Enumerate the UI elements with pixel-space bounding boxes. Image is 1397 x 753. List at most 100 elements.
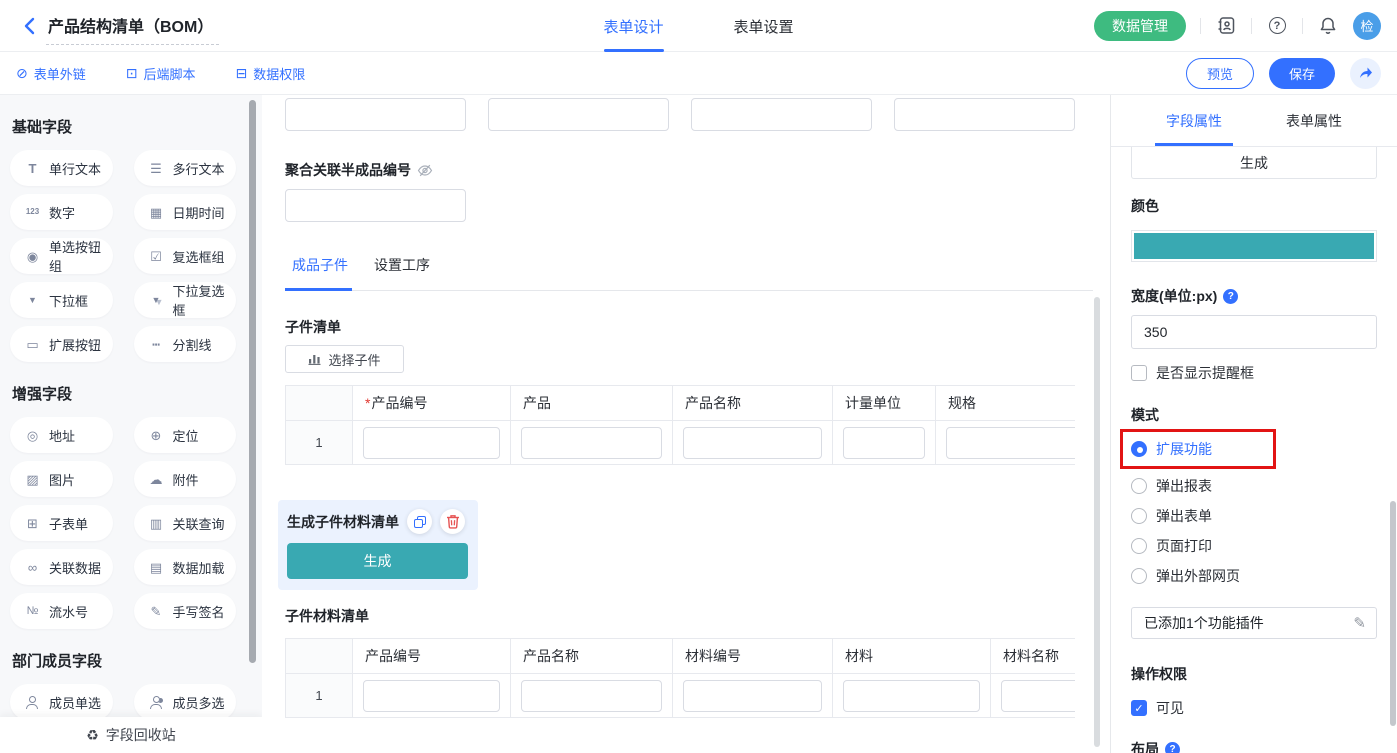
delete-field-button[interactable] — [440, 509, 465, 534]
mode-option-page-print[interactable]: 页面打印 — [1131, 531, 1377, 561]
field-item-number[interactable]: 数字 — [10, 194, 113, 230]
generate-button[interactable]: 生成 — [287, 543, 468, 579]
radio-icon[interactable] — [1131, 538, 1147, 554]
cell-input[interactable] — [843, 427, 925, 459]
cell-input[interactable] — [521, 427, 662, 459]
color-swatch[interactable] — [1131, 230, 1377, 262]
cell-input[interactable] — [843, 680, 980, 712]
field-item-image[interactable]: 图片 — [10, 461, 113, 497]
cell-input[interactable] — [363, 680, 500, 712]
aggregate-field-input[interactable] — [285, 189, 466, 222]
field-item-location[interactable]: 定位 — [134, 417, 237, 453]
column-header: 材料 — [833, 639, 991, 674]
column-header: 产品名称 — [511, 639, 673, 674]
copy-field-button[interactable] — [407, 509, 432, 534]
mode-option-popup-form[interactable]: 弹出表单 — [1131, 501, 1377, 531]
visible-checkbox[interactable]: ✓ — [1131, 700, 1147, 716]
tab-form-properties[interactable]: 表单属性 — [1286, 95, 1342, 146]
column-header: 计量单位 — [833, 386, 936, 421]
field-item-radio-group[interactable]: 单选按钮组 — [10, 238, 113, 274]
selected-extend-button-field[interactable]: 生成子件材料清单 生成 — [278, 500, 478, 590]
subitem-list-title: 子件清单 — [285, 317, 1110, 337]
canvas-scrollbar[interactable] — [1094, 297, 1100, 747]
window-scrollbar[interactable] — [1390, 501, 1396, 726]
edit-plugin-icon[interactable]: ✎ — [1353, 614, 1366, 632]
form-external-link[interactable]: ⊘ 表单外链 — [16, 64, 86, 83]
material-table: 产品编号 产品名称 材料编号 材料 材料名称 1 — [285, 638, 1075, 718]
cell-input[interactable] — [683, 680, 822, 712]
layout-help-icon[interactable]: ? — [1165, 742, 1180, 753]
form-field-input[interactable] — [488, 98, 669, 131]
button-preview[interactable]: 生成 — [1131, 147, 1377, 179]
image-icon — [25, 473, 40, 486]
cell-input[interactable] — [946, 427, 1075, 459]
field-item-member-single[interactable]: 成员单选 — [10, 684, 113, 720]
reminder-checkbox-row[interactable]: 是否显示提醒框 — [1131, 363, 1377, 383]
form-field-input[interactable] — [894, 98, 1075, 131]
tab-form-settings[interactable]: 表单设置 — [734, 0, 794, 52]
field-item-single-line-text[interactable]: 单行文本 — [10, 150, 113, 186]
mode-option-popup-report[interactable]: 弹出报表 — [1131, 471, 1377, 501]
plugin-field[interactable]: 已添加1个功能插件 ✎ — [1131, 607, 1377, 639]
tab-finished-subitems[interactable]: 成品子件 — [292, 255, 348, 290]
cell-input[interactable] — [521, 680, 662, 712]
visible-checkbox-row[interactable]: ✓ 可见 — [1131, 698, 1377, 718]
contacts-book-icon[interactable] — [1215, 15, 1237, 37]
aggregate-field-label: 聚合关联半成品编号 — [285, 160, 411, 180]
field-item-linked-query[interactable]: 关联查询 — [134, 505, 237, 541]
field-item-multi-line-text[interactable]: 多行文本 — [134, 150, 237, 186]
preview-button[interactable]: 预览 — [1186, 58, 1254, 89]
cell-input[interactable] — [683, 427, 822, 459]
mode-option-popup-external-page[interactable]: 弹出外部网页 — [1131, 561, 1377, 591]
tab-form-design[interactable]: 表单设计 — [603, 0, 663, 52]
form-designer-app: 产品结构清单（BOM） 表单设计 表单设置 数据管理 ? 检 ⊘ 表单外链 — [0, 0, 1397, 753]
field-item-divider[interactable]: 分割线 — [134, 326, 237, 362]
field-item-data-load[interactable]: 数据加载 — [134, 549, 237, 585]
field-item-checkbox-group[interactable]: 复选框组 — [134, 238, 237, 274]
field-item-linked-data[interactable]: 关联数据 — [10, 549, 113, 585]
field-item-attachment[interactable]: 附件 — [134, 461, 237, 497]
select-subitem-button[interactable]: 选择子件 — [285, 345, 404, 373]
field-item-select[interactable]: 下拉框 — [10, 282, 113, 318]
single-line-text-icon — [25, 162, 40, 175]
reminder-checkbox[interactable] — [1131, 365, 1147, 381]
field-item-serial-number[interactable]: 流水号 — [10, 593, 113, 629]
tab-process-setup[interactable]: 设置工序 — [374, 255, 430, 290]
sidebar-scrollbar[interactable] — [249, 100, 256, 663]
layout-label: 布局 — [1131, 739, 1159, 753]
help-icon[interactable]: ? — [1266, 15, 1288, 37]
field-item-address[interactable]: 地址 — [10, 417, 113, 453]
field-item-subform[interactable]: 子表单 — [10, 505, 113, 541]
mode-option-extend-function[interactable]: 扩展功能 — [1131, 434, 1265, 464]
width-input[interactable]: 350 — [1131, 315, 1377, 349]
field-item-datetime[interactable]: 日期时间 — [134, 194, 237, 230]
field-recycle-bin[interactable]: ♻ 字段回收站 — [0, 717, 262, 753]
recycle-icon: ♻ — [86, 727, 99, 744]
width-help-icon[interactable]: ? — [1223, 289, 1238, 304]
cell-input[interactable] — [1001, 680, 1075, 712]
width-label: 宽度(单位:px) — [1131, 286, 1217, 306]
page-title[interactable]: 产品结构清单（BOM） — [46, 13, 219, 45]
radio-icon[interactable] — [1131, 568, 1147, 584]
radio-icon[interactable] — [1131, 478, 1147, 494]
field-item-member-multi[interactable]: 成员多选 — [134, 684, 237, 720]
user-avatar[interactable]: 检 — [1353, 12, 1381, 40]
backend-script-link[interactable]: ⊡ 后端脚本 — [126, 64, 196, 83]
notification-bell-icon[interactable] — [1317, 15, 1339, 37]
data-manage-button[interactable]: 数据管理 — [1094, 11, 1186, 41]
share-button[interactable] — [1350, 58, 1381, 89]
tab-field-properties[interactable]: 字段属性 — [1166, 95, 1222, 146]
field-item-extend-button[interactable]: 扩展按钮 — [10, 326, 113, 362]
cell-input[interactable] — [363, 427, 500, 459]
field-item-multi-select[interactable]: 下拉复选框 — [134, 282, 237, 318]
radio-group-icon — [25, 250, 40, 263]
form-field-input[interactable] — [691, 98, 872, 131]
save-button[interactable]: 保存 — [1269, 58, 1335, 89]
radio-icon[interactable] — [1131, 508, 1147, 524]
back-icon[interactable] — [16, 13, 42, 39]
form-field-input[interactable] — [285, 98, 466, 131]
data-permission-link[interactable]: ⊟ 数据权限 — [236, 64, 306, 83]
radio-selected-icon[interactable] — [1131, 441, 1147, 457]
data-load-icon — [149, 561, 164, 574]
field-item-signature[interactable]: 手写签名 — [134, 593, 237, 629]
